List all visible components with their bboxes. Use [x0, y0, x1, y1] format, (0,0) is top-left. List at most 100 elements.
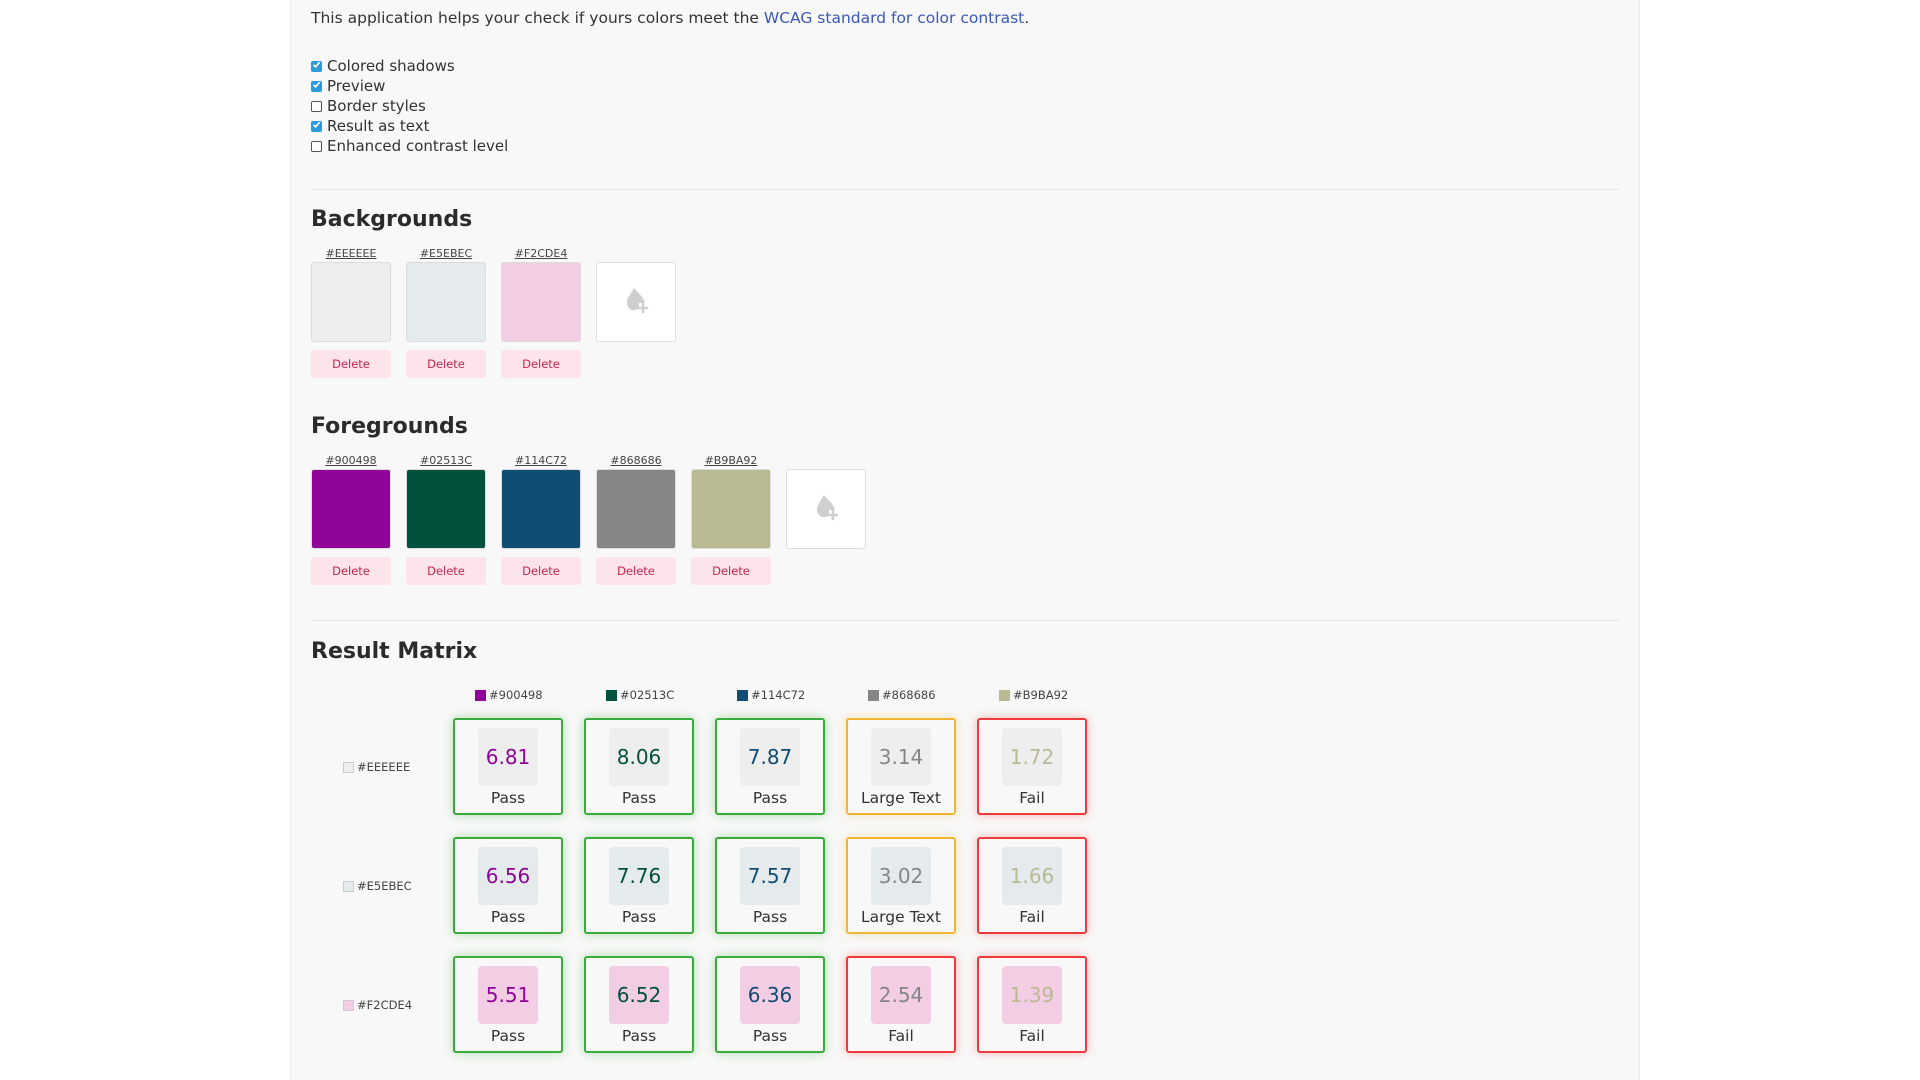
delete-button[interactable]: Delete — [311, 350, 391, 378]
swatch-color[interactable] — [311, 469, 391, 549]
swatch-hex-label[interactable]: #EEEEEE — [326, 246, 377, 262]
column-header: #114C72 — [737, 688, 805, 702]
contrast-ratio: 6.52 — [609, 966, 669, 1024]
checkbox[interactable] — [311, 100, 322, 112]
checkbox[interactable] — [311, 60, 322, 72]
result-label: Fail — [1019, 908, 1045, 926]
content: This application helps your check if you… — [311, 0, 1619, 1080]
color-chip — [343, 999, 354, 1011]
delete-button[interactable]: Delete — [406, 350, 486, 378]
checkbox[interactable] — [311, 140, 322, 152]
row-header-label: #EEEEEE — [357, 760, 411, 774]
contrast-ratio: 7.76 — [609, 847, 669, 905]
swatch-hex-label[interactable]: #900498 — [325, 453, 376, 469]
contrast-ratio: 2.54 — [871, 966, 931, 1024]
result-label: Pass — [490, 789, 526, 807]
result-label: Fail — [1019, 1027, 1045, 1045]
swatch-hex-label[interactable]: #B9BA92 — [705, 453, 758, 469]
swatch-hex-label[interactable]: #114C72 — [515, 453, 567, 469]
swatch-hex-label[interactable]: #E5EBEC — [420, 246, 472, 262]
swatch-hex-label[interactable]: #868686 — [610, 453, 661, 469]
delete-button[interactable]: Delete — [691, 557, 771, 585]
result-label: Pass — [621, 908, 657, 926]
swatch-color[interactable] — [501, 262, 581, 342]
row-header: #EEEEEE — [343, 760, 410, 774]
contrast-ratio: 1.72 — [1002, 728, 1062, 786]
backgrounds-heading: Backgrounds — [311, 207, 473, 232]
contrast-ratio: 5.51 — [478, 966, 538, 1024]
result-cell: 8.06 Pass — [584, 718, 694, 815]
intro-text-after: . — [1024, 9, 1030, 27]
result-label: Fail — [888, 1027, 914, 1045]
column-header-label: #900498 — [489, 688, 543, 702]
result-cell: 6.52 Pass — [584, 956, 694, 1053]
color-chip — [343, 761, 354, 773]
row-header: #F2CDE4 — [343, 998, 412, 1012]
row-header-label: #E5EBEC — [357, 879, 412, 893]
add-color-button[interactable] — [596, 262, 676, 342]
column-header: #900498 — [475, 688, 543, 702]
swatch: #B9BA92 Delete — [691, 453, 771, 585]
result-label: Pass — [752, 908, 788, 926]
result-label: Fail — [1019, 789, 1045, 807]
option-4[interactable]: Enhanced contrast level — [311, 136, 508, 156]
contrast-ratio: 6.81 — [478, 728, 538, 786]
swatch: #868686 Delete — [596, 453, 676, 585]
delete-button[interactable]: Delete — [311, 557, 391, 585]
add-swatch — [596, 246, 676, 378]
wcag-link[interactable]: WCAG standard for color contrast — [764, 9, 1024, 27]
delete-button[interactable]: Delete — [596, 557, 676, 585]
delete-button[interactable]: Delete — [406, 557, 486, 585]
swatch-color[interactable] — [406, 262, 486, 342]
contrast-ratio: 7.57 — [740, 847, 800, 905]
contrast-ratio: 3.14 — [871, 728, 931, 786]
result-cell: 5.51 Pass — [453, 956, 563, 1053]
swatch-color[interactable] — [501, 469, 581, 549]
column-header-label: #114C72 — [751, 688, 806, 702]
checkmark-icon — [312, 60, 321, 72]
result-label: Pass — [490, 908, 526, 926]
contrast-ratio: 3.02 — [871, 847, 931, 905]
swatch: #900498 Delete — [311, 453, 391, 585]
options-list: Colored shadows Preview Border styles Resul… — [311, 56, 508, 156]
background-swatches: #EEEEEE Delete #E5EBEC Delete #F2CDE4 Delete — [311, 246, 691, 378]
swatch-color[interactable] — [406, 469, 486, 549]
intro-text-before: This application helps your check if you… — [311, 9, 764, 27]
swatch-hex-label[interactable]: #F2CDE4 — [515, 246, 568, 262]
swatch-color[interactable] — [311, 262, 391, 342]
main-card: This application helps your check if you… — [290, 0, 1640, 1080]
result-label: Pass — [621, 789, 657, 807]
result-cell: 1.66 Fail — [977, 837, 1087, 934]
color-chip — [606, 689, 617, 701]
swatch-color[interactable] — [691, 469, 771, 549]
result-label: Pass — [490, 1027, 526, 1045]
column-header: #02513C — [606, 688, 674, 702]
option-0[interactable]: Colored shadows — [311, 56, 508, 76]
swatch: #114C72 Delete — [501, 453, 581, 585]
row-header: #E5EBEC — [343, 879, 412, 893]
option-2[interactable]: Border styles — [311, 96, 508, 116]
color-chip — [999, 689, 1010, 701]
contrast-ratio: 7.87 — [740, 728, 800, 786]
swatch-hex-label[interactable]: #02513C — [420, 453, 472, 469]
checkbox[interactable] — [311, 120, 322, 132]
result-cell: 3.14 Large Text — [846, 718, 956, 815]
result-label: Pass — [752, 789, 788, 807]
divider — [311, 189, 1619, 190]
option-1[interactable]: Preview — [311, 76, 508, 96]
checkmark-icon — [312, 80, 321, 92]
foreground-swatches: #900498 Delete #02513C Delete #114C72 Delete #… — [311, 453, 881, 585]
delete-button[interactable]: Delete — [501, 350, 581, 378]
delete-button[interactable]: Delete — [501, 557, 581, 585]
result-cell: 6.36 Pass — [715, 956, 825, 1053]
option-label: Colored shadows — [327, 57, 455, 75]
checkbox[interactable] — [311, 80, 322, 92]
swatch-color[interactable] — [596, 469, 676, 549]
add-color-button[interactable] — [786, 469, 866, 549]
result-cell: 7.76 Pass — [584, 837, 694, 934]
option-3[interactable]: Result as text — [311, 116, 508, 136]
color-chip — [737, 689, 748, 701]
swatch: #F2CDE4 Delete — [501, 246, 581, 378]
result-label: Pass — [621, 1027, 657, 1045]
swatch: #EEEEEE Delete — [311, 246, 391, 378]
